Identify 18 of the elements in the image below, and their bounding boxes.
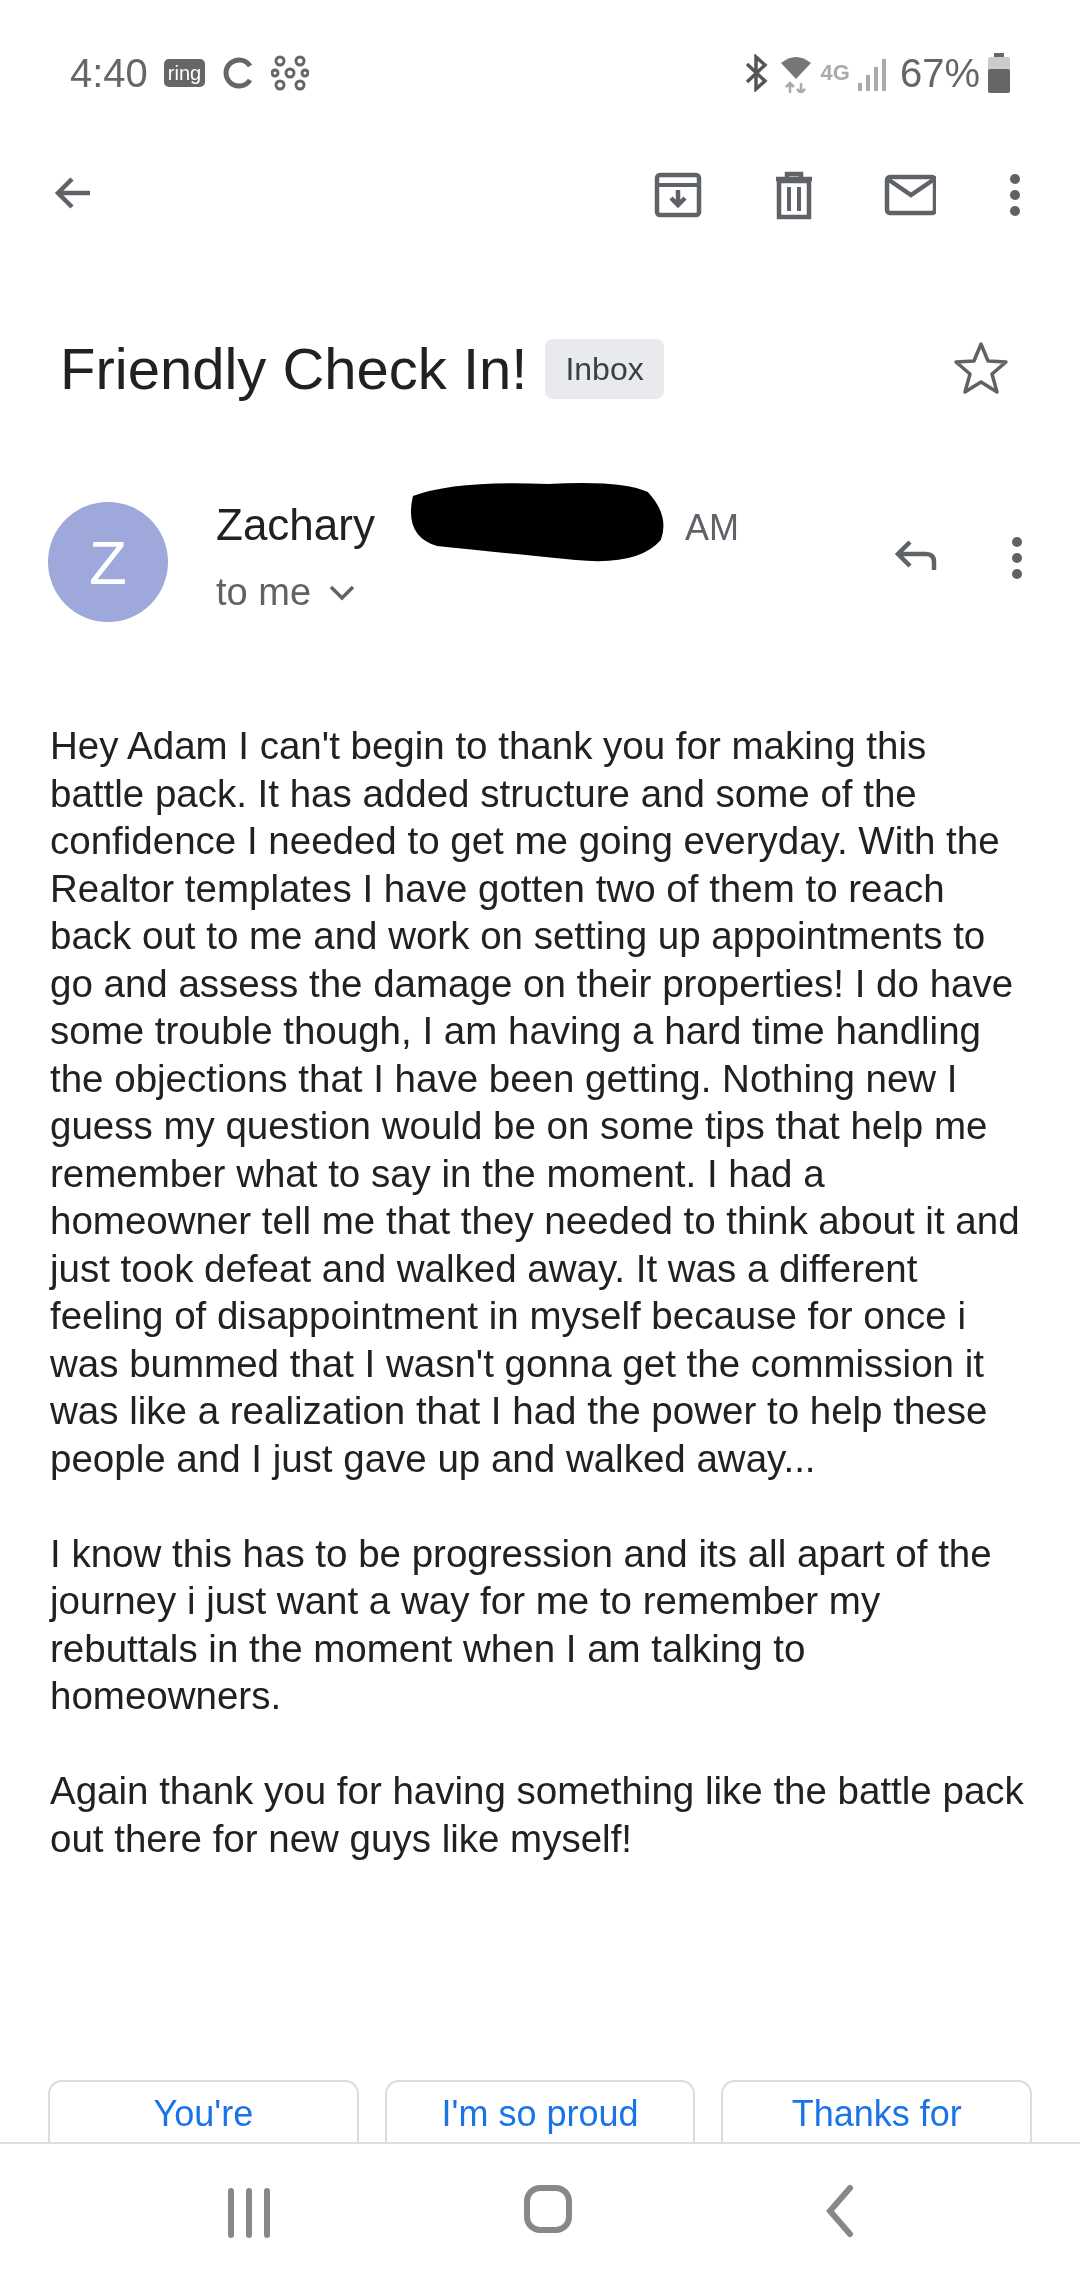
sender-name: Zachary bbox=[216, 499, 375, 551]
battery-percentage: 67% bbox=[899, 49, 980, 97]
recipients-toggle[interactable]: to me bbox=[216, 564, 739, 621]
email-subject: Friendly Check In! bbox=[60, 335, 528, 403]
ring-app-icon: ring bbox=[163, 58, 206, 87]
body-paragraph: Again thank you for having something like the battle pack out there for new guys like myself! bbox=[50, 1768, 1025, 1862]
smart-reply-chip[interactable]: Thanks for bbox=[721, 2080, 1032, 2142]
sender-avatar: Z bbox=[48, 502, 168, 622]
inbox-label: Inbox bbox=[545, 338, 664, 399]
network-nodes-icon bbox=[271, 53, 310, 92]
battery-icon bbox=[988, 52, 1010, 93]
smart-reply-chip[interactable]: I'm so proud bbox=[384, 2080, 696, 2142]
email-time: AM bbox=[684, 506, 739, 550]
clock: 4:40 bbox=[70, 49, 148, 97]
body-paragraph: I know this has to be progression and its all apart of the journey i just want a way for me to remember my rebuttals in the moment when I am talking to homeowners. bbox=[50, 1530, 993, 1719]
body-paragraph: Hey Adam I can't begin to thank you for making this battle pack. It has added structure and some of the confidence I needed to get me going everyday. With the Realtor templates I have gotten two of them to reach back out to me and work on setting up appointments to go and assess the damage on their properties! I do have some trouble though, I am having a hard time handling the objections that I have been getting. Nothing new I guess my question would be on some tips that help me remember what to say in the moment. I had a homeowner tell me that they needed to think about it and just took defeat and walked away. It was a different feeling of disappointment in myself because for once i was bummed that I wasn't gonna get the commission it was like a realization that I had the power to help these people and I just gave up and walked away... bbox=[50, 723, 1021, 1482]
network-type-label: 4G bbox=[820, 59, 850, 87]
smart-reply-chip[interactable]: You're bbox=[48, 2080, 359, 2142]
